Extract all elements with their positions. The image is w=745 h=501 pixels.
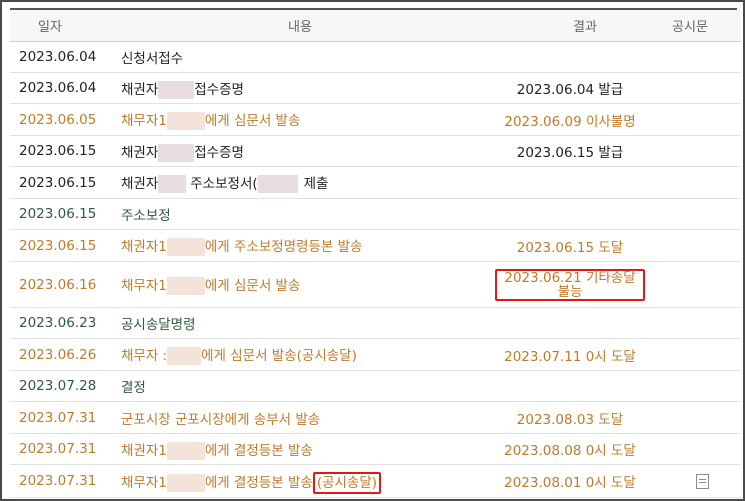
content-text: 채무자1	[121, 278, 167, 294]
redacted-name	[167, 347, 202, 365]
row-content: 주소보정	[101, 204, 468, 224]
row-content: 군포시장 군포시장에게 송부서 발송	[101, 408, 468, 428]
table-row: 2023.06.15 채권자 접수증명 2023.06.15 발급	[10, 136, 741, 167]
highlighted-result: 2023.06.21 기타송달 불능	[495, 268, 645, 301]
content-text: 군포시장 군포시장에게 송부서 발송	[121, 411, 321, 428]
content-text: 에게 결정등본 발송	[204, 474, 313, 491]
content-text: 채무자1	[121, 113, 167, 129]
redacted-name	[166, 277, 205, 295]
table-row: 2023.06.16 채무자1 에게 심문서 발송 2023.06.21 기타송달…	[10, 262, 741, 308]
row-date: 2023.07.28	[19, 378, 97, 394]
row-date: 2023.06.15	[19, 237, 97, 254]
row-content: 결정	[101, 376, 468, 396]
row-result: 2023.08.08 0시 도달	[504, 443, 636, 459]
highlighted-public-service: (공시송달)	[312, 471, 382, 494]
row-date: 2023.06.15	[19, 143, 97, 159]
row-content: 채권자 접수증명	[101, 141, 468, 162]
content-text: 공시송달명령	[121, 317, 196, 333]
content-text: 에게 심문서 발송	[204, 113, 301, 129]
redacted-name	[166, 473, 205, 492]
row-content: 채권자 주소보정서( 제출	[101, 172, 468, 193]
row-date: 2023.07.31	[19, 441, 97, 457]
table-row: 2023.06.04 채권자 접수증명 2023.06.04 발급	[10, 73, 741, 104]
row-content: 신청서접수	[101, 47, 468, 67]
row-result: 2023.06.15 도달	[516, 239, 624, 256]
row-content: 채권자1 에게 주소보정명령등본 발송	[101, 235, 468, 256]
row-content: 채권자 접수증명	[101, 78, 468, 99]
row-content: 채무자1 에게 심문서 발송	[101, 109, 468, 130]
table-row: 2023.07.31 채권자1 에게 결정등본 발송 2023.08.08 0시 …	[10, 434, 741, 465]
row-date: 2023.06.05	[19, 111, 97, 128]
content-text: 에게 결정등본 발송	[204, 442, 313, 459]
row-result: 2023.07.11 0시 도달	[504, 348, 636, 365]
redacted-name	[158, 143, 195, 162]
redacted-name	[158, 175, 187, 193]
content-text: 채권자	[121, 144, 159, 161]
header-date: 일자	[38, 20, 62, 35]
content-text: 채권자1	[121, 239, 167, 255]
table-row: 2023.06.04 신청서접수	[10, 42, 741, 73]
row-content: 채무자1 에게 심문서 발송	[101, 274, 468, 295]
redacted-name	[158, 80, 195, 99]
row-date: 2023.06.04	[19, 80, 97, 96]
row-date: 2023.06.16	[19, 276, 97, 293]
row-date: 2023.06.15	[19, 174, 97, 191]
content-text: 제출	[303, 176, 329, 192]
table-row: 2023.07.28 결정	[10, 371, 741, 402]
row-result: 2023.06.09 이사불명	[504, 113, 636, 130]
table-row: 2023.06.15 주소보정	[10, 199, 741, 230]
header-notice: 공시문	[672, 20, 708, 35]
progress-table: 일자 내용 결과 공시문 2023.06.04 신청서접수 2023.06.04…	[10, 10, 741, 498]
redacted-name	[166, 441, 205, 460]
table-row: 2023.07.31 채무자1 에게 결정등본 발송 (공시송달) 2023.08.…	[10, 465, 741, 498]
row-content: 채무자 : 에게 심문서 발송(공시송달)	[101, 344, 468, 365]
table-row: 2023.07.31 군포시장 군포시장에게 송부서 발송 2023.08.03…	[10, 402, 741, 434]
content-text: 접수증명	[194, 144, 244, 161]
row-content: 채권자1 에게 결정등본 발송	[101, 439, 468, 460]
content-text: 채무자1	[121, 474, 167, 491]
row-result: 2023.06.04 발급	[516, 82, 624, 98]
table-row: 2023.06.15 채권자 주소보정서( 제출	[10, 167, 741, 199]
result-line: 불능	[557, 283, 583, 300]
content-text: 에게 심문서 발송	[204, 278, 301, 294]
content-text: 주소보정	[121, 208, 171, 224]
result-line: 2023.06.21 기타송달	[504, 269, 636, 286]
content-text: 접수증명	[194, 81, 244, 98]
row-date: 2023.07.31	[19, 473, 97, 489]
row-date: 2023.06.15	[19, 206, 97, 222]
redacted-name	[166, 112, 205, 130]
redacted-name	[166, 238, 205, 256]
row-notice	[672, 473, 732, 489]
row-result: 2023.06.15 발급	[516, 145, 624, 161]
content-text: 채권자1	[121, 442, 167, 459]
table-row: 2023.06.15 채권자1 에게 주소보정명령등본 발송 2023.06.15…	[10, 230, 741, 262]
content-text: 에게 심문서 발송(공시송달)	[201, 348, 357, 364]
content-text: 채권자	[121, 81, 159, 98]
row-result: 2023.06.21 기타송달 불능	[468, 268, 672, 301]
table-row: 2023.06.26 채무자 : 에게 심문서 발송(공시송달) 2023.07.…	[10, 339, 741, 371]
document-icon[interactable]	[695, 473, 709, 489]
table-row: 2023.06.23 공시송달명령	[10, 308, 741, 339]
case-progress-panel: 일자 내용 결과 공시문 2023.06.04 신청서접수 2023.06.04…	[0, 0, 745, 501]
row-result: 2023.08.01 0시 도달	[504, 475, 636, 491]
header-content: 내용	[288, 20, 312, 35]
row-date: 2023.07.31	[19, 409, 97, 426]
content-text: 채무자 :	[121, 348, 168, 364]
row-content: 공시송달명령	[101, 313, 468, 333]
row-date: 2023.06.26	[19, 346, 97, 363]
content-text: 신청서접수	[121, 51, 184, 67]
content-text: 결정	[121, 380, 146, 396]
row-result: 2023.08.03 도달	[516, 411, 624, 428]
row-date: 2023.06.04	[19, 49, 97, 65]
content-text: 주소보정서(	[190, 176, 258, 192]
header-result: 결과	[573, 20, 597, 35]
table-row: 2023.06.05 채무자1 에게 심문서 발송 2023.06.09 이사불명	[10, 104, 741, 136]
table-header: 일자 내용 결과 공시문	[10, 10, 741, 42]
row-date: 2023.06.23	[19, 315, 97, 331]
content-text: 채권자	[121, 176, 159, 192]
content-text: 에게 주소보정명령등본 발송	[204, 239, 363, 255]
row-content: 채무자1 에게 결정등본 발송 (공시송달)	[101, 471, 468, 494]
redacted-text	[257, 175, 298, 193]
